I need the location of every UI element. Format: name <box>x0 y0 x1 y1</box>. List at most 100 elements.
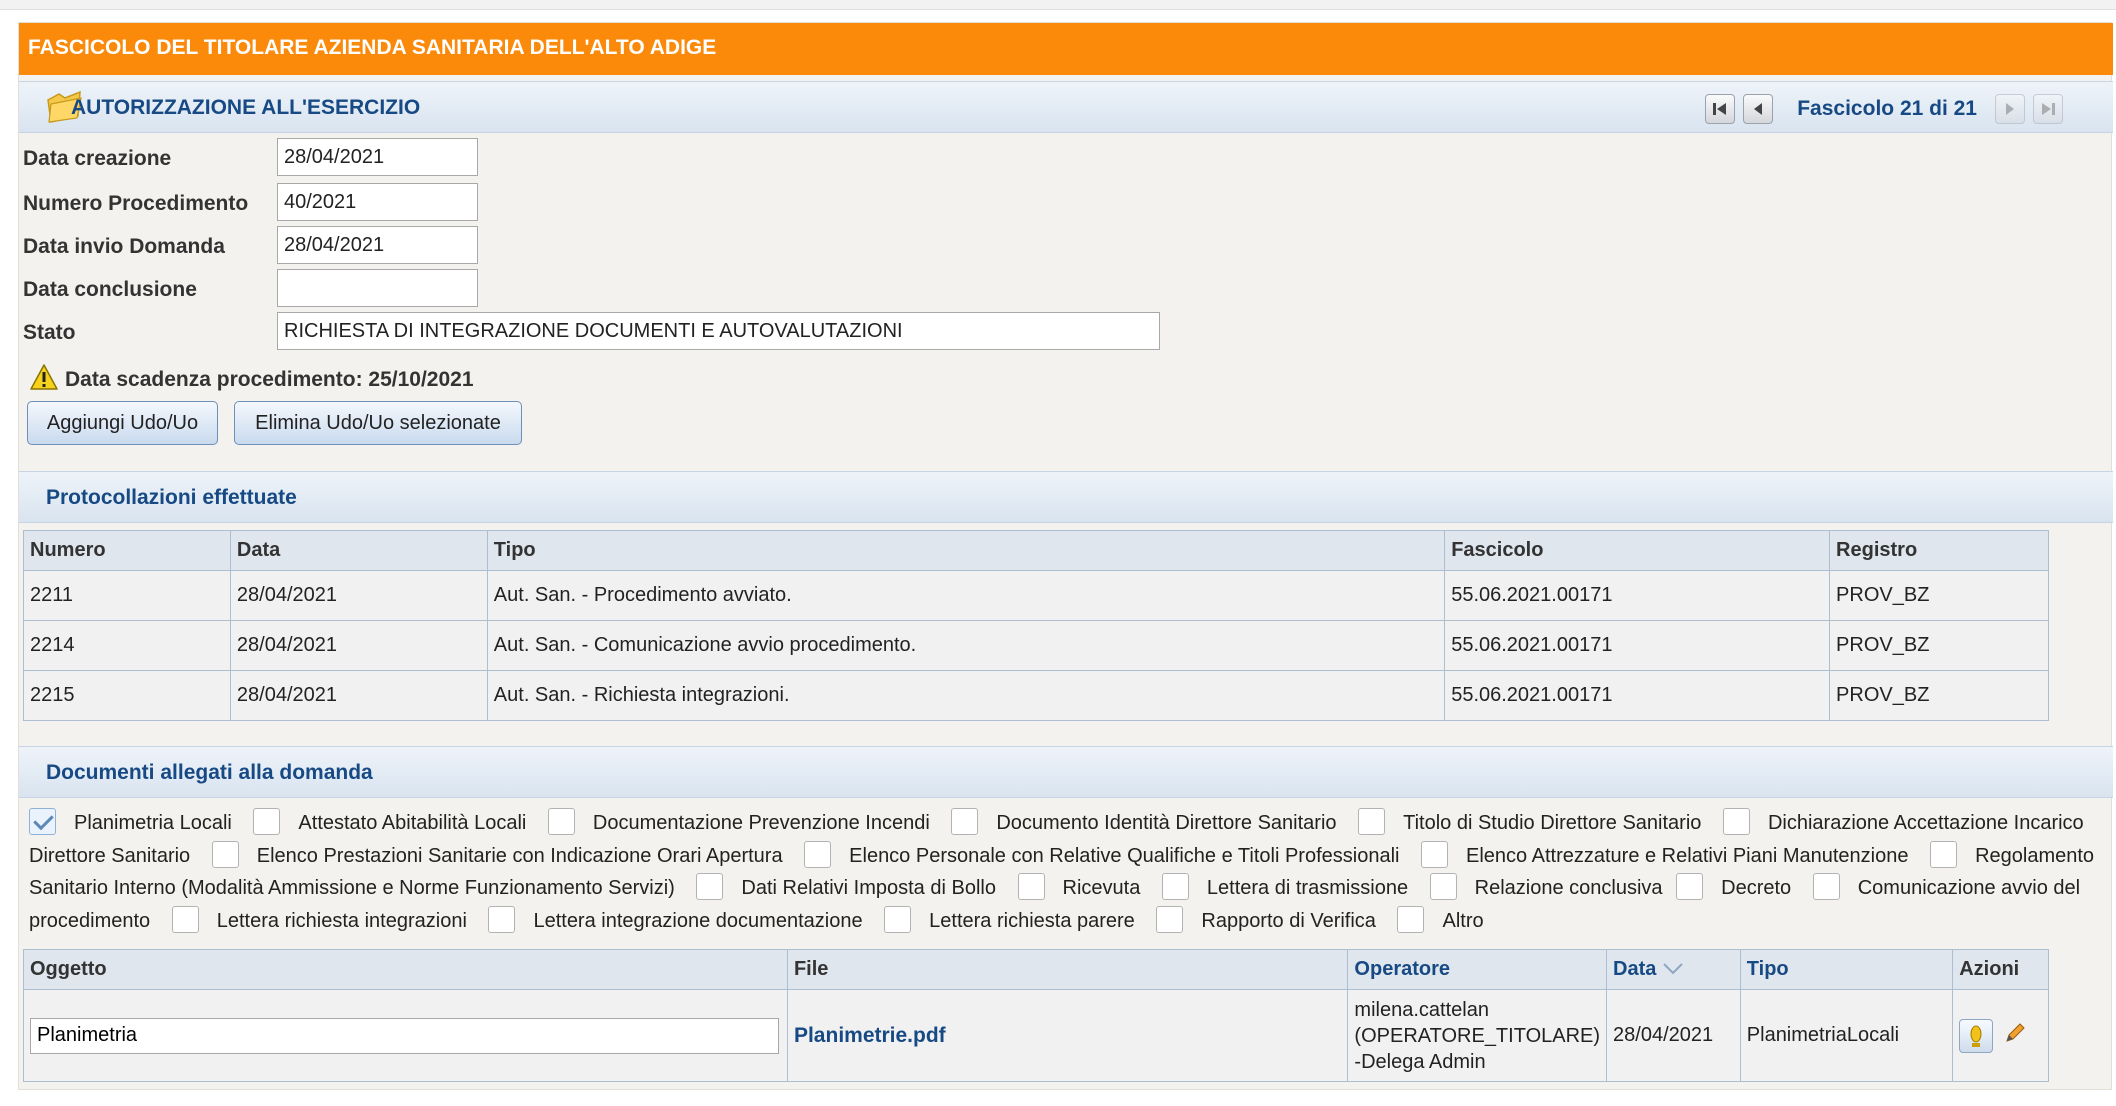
checkbox-relazione-conclusiva[interactable] <box>1429 873 1457 900</box>
data-conclusione-field[interactable] <box>277 269 478 307</box>
checkbox-richiesta-integrazioni[interactable] <box>171 905 199 933</box>
checkbox-elenco-personale[interactable] <box>804 840 832 868</box>
checkbox-imposta-bollo[interactable] <box>696 873 724 900</box>
numero-procedimento-label: Numero Procedimento <box>23 192 249 215</box>
stato-field[interactable] <box>277 312 1160 350</box>
oggetto-input[interactable] <box>30 1017 779 1054</box>
numero-procedimento-field[interactable] <box>277 183 478 221</box>
cell-fascicolo: 55.06.2021.00171 <box>1444 620 1831 671</box>
cell-tipo: Aut. San. - Richiesta integrazioni. <box>486 670 1446 721</box>
top-strip <box>0 0 2116 10</box>
checkbox-label: Elenco Prestazioni Sanitarie con Indicaz… <box>256 844 783 867</box>
data-conclusione-label: Data conclusione <box>23 278 197 301</box>
main-panel: FASCICOLO DEL TITOLARE AZIENDA SANITARIA… <box>18 22 2113 1090</box>
checkbox-label: Attestato Abitabilità Locali <box>298 812 527 834</box>
last-page-icon[interactable] <box>2033 94 2063 124</box>
col-tipo[interactable]: Tipo <box>1739 949 1954 990</box>
section-header-autorizzazione: AUTORIZZAZIONE ALL'ESERCIZIO Fascicolo 2… <box>19 81 2113 133</box>
pager: Fascicolo 21 di 21 <box>1705 94 2063 124</box>
next-page-icon[interactable] <box>1995 94 2025 124</box>
sort-desc-icon <box>1662 958 1684 980</box>
delete-udo-button[interactable]: Elimina Udo/Uo selezionate <box>234 401 522 445</box>
checkbox-label: Ricevuta <box>1062 877 1141 899</box>
protocol-section-title: Protocollazioni effettuate <box>46 486 297 509</box>
checkbox-elenco-attrezzature[interactable] <box>1421 840 1449 868</box>
data-invio-field[interactable] <box>277 226 478 264</box>
cell-azioni <box>1952 989 2049 1082</box>
file-link[interactable]: Planimetrie.pdf <box>794 1024 946 1047</box>
col-data-sort[interactable]: Data <box>1606 949 1741 990</box>
checkbox-titolo-studio[interactable] <box>1358 808 1386 835</box>
checkbox-integrazione-documentazione[interactable] <box>488 905 516 933</box>
checkbox-label: Lettera richiesta parere <box>929 909 1135 932</box>
cell-tipo: Aut. San. - Comunicazione avvio procedim… <box>486 620 1446 671</box>
cell-fascicolo: 55.06.2021.00171 <box>1444 570 1831 621</box>
col-numero: Numero <box>23 530 231 571</box>
checkbox-label: Decreto <box>1721 877 1792 899</box>
cell-registro: PROV_BZ <box>1829 670 2049 721</box>
documents-table: Oggetto File Operatore Data Tipo Azioni <box>23 949 2049 1082</box>
cell-registro: PROV_BZ <box>1829 620 2049 671</box>
deadline-warning: Data scadenza procedimento: 25/10/2021 <box>29 363 474 397</box>
checkbox-label: Documento Identità Direttore Sanitario <box>996 812 1337 834</box>
prev-page-icon[interactable] <box>1743 94 1774 124</box>
table-row: 2214 28/04/2021 Aut. San. - Comunicazion… <box>23 620 2049 671</box>
page-title: FASCICOLO DEL TITOLARE AZIENDA SANITARIA… <box>19 23 2113 75</box>
cell-operatore: milena.cattelan (OPERATORE_TITOLARE) -De… <box>1347 989 1608 1082</box>
checkbox-label: Lettera integrazione documentazione <box>533 909 863 932</box>
col-tipo: Tipo <box>486 530 1446 571</box>
checkbox-richiesta-parere[interactable] <box>884 905 912 933</box>
col-registro: Registro <box>1829 530 2049 571</box>
checkbox-accettazione-incarico[interactable] <box>1722 808 1750 835</box>
col-operatore[interactable]: Operatore <box>1347 949 1608 990</box>
cell-tipo: Aut. San. - Procedimento avviato. <box>486 570 1446 621</box>
checkbox-label: Lettera richiesta integrazioni <box>216 909 467 932</box>
checkbox-label: Altro <box>1442 909 1484 932</box>
cell-registro: PROV_BZ <box>1829 570 2049 621</box>
checkbox-elenco-prestazioni[interactable] <box>211 840 239 868</box>
download-icon[interactable] <box>1959 1018 1994 1053</box>
checkbox-label: Documentazione Prevenzione Incendi <box>592 812 930 834</box>
col-oggetto: Oggetto <box>23 949 788 990</box>
col-fascicolo: Fascicolo <box>1444 530 1831 571</box>
checkbox-attestato-abitabilita[interactable] <box>253 808 281 835</box>
checkbox-altro[interactable] <box>1397 905 1425 933</box>
operatore-line: -Delega Admin <box>1354 1050 1486 1073</box>
section-header-documenti: Documenti allegati alla domanda <box>19 746 2113 798</box>
checkbox-identita-direttore[interactable] <box>951 808 979 835</box>
deadline-text: Data scadenza procedimento: 25/10/2021 <box>65 368 474 391</box>
pager-text: Fascicolo 21 di 21 <box>1797 97 1977 120</box>
checkbox-label: Titolo di Studio Direttore Sanitario <box>1403 812 1702 834</box>
checkbox-label: Dati Relativi Imposta di Bollo <box>741 877 996 899</box>
checkbox-rapporto-verifica[interactable] <box>1156 905 1184 933</box>
table-row: 2211 28/04/2021 Aut. San. - Procedimento… <box>23 570 2049 621</box>
protocol-header-row: Numero Data Tipo Fascicolo Registro <box>23 530 2049 571</box>
first-page-icon[interactable] <box>1705 94 1736 124</box>
checkbox-planimetria-locali[interactable] <box>29 808 56 835</box>
checkbox-label: Elenco Personale con Relative Qualifiche… <box>849 844 1400 867</box>
data-creazione-field[interactable] <box>277 138 478 176</box>
add-udo-button[interactable]: Aggiungi Udo/Uo <box>27 401 218 445</box>
col-data: Data <box>229 530 488 571</box>
checkbox-decreto[interactable] <box>1676 873 1704 900</box>
checkbox-label: Relazione conclusiva <box>1474 877 1663 899</box>
checkbox-lettera-trasmissione[interactable] <box>1161 873 1189 900</box>
warning-icon <box>29 363 65 397</box>
cell-tipo: PlanimetriaLocali <box>1739 989 1954 1082</box>
documents-header-row: Oggetto File Operatore Data Tipo Azioni <box>23 949 2049 990</box>
checkbox-comunicazione-avvio[interactable] <box>1812 873 1840 900</box>
pencil-icon[interactable] <box>2003 1021 2027 1051</box>
col-azioni: Azioni <box>1952 949 2049 990</box>
checkbox-ricevuta[interactable] <box>1017 873 1045 900</box>
section-header-protocollazioni: Protocollazioni effettuate <box>19 471 2113 523</box>
data-invio-label: Data invio Domanda <box>23 235 225 258</box>
cell-data: 28/04/2021 <box>229 670 488 721</box>
checkbox-regolamento-sanitario[interactable] <box>1930 840 1958 868</box>
checkbox-prevenzione-incendi[interactable] <box>547 808 575 835</box>
stato-label: Stato <box>23 321 76 344</box>
cell-file: Planimetrie.pdf <box>786 989 1349 1082</box>
cell-data: 28/04/2021 <box>229 570 488 621</box>
cell-fascicolo: 55.06.2021.00171 <box>1444 670 1831 721</box>
cell-numero: 2214 <box>23 620 231 671</box>
col-data-label: Data <box>1613 958 1657 980</box>
